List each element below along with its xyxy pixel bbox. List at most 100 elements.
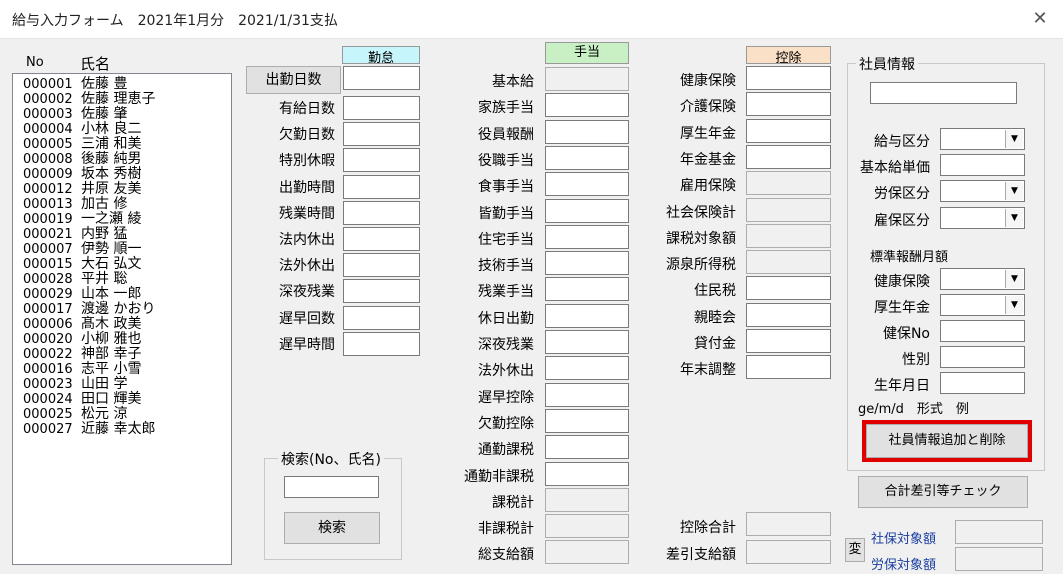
list-item[interactable]: 000009 坂本 秀樹 <box>23 167 141 182</box>
teate-input[interactable] <box>545 461 629 486</box>
teate-input[interactable] <box>545 224 629 249</box>
list-item[interactable]: 000024 田口 輝美 <box>23 391 142 407</box>
teate-input[interactable] <box>545 277 629 302</box>
employee-name: 小林 良二 <box>81 121 142 137</box>
koujo-input[interactable] <box>746 118 831 143</box>
kintai-input[interactable] <box>343 174 420 199</box>
employee-name: 内野 猛 <box>81 226 128 242</box>
teate-input[interactable] <box>545 145 629 170</box>
kintai-input[interactable] <box>343 331 420 356</box>
list-item[interactable]: 000007 伊勢 順一 <box>23 242 141 256</box>
teate-input[interactable] <box>545 435 629 460</box>
chevron-down-icon[interactable]: ▼ <box>1005 209 1023 227</box>
list-item[interactable]: 000004 小林 良二 <box>23 121 142 137</box>
list-item[interactable]: 000029 山本 一郎 <box>23 287 141 301</box>
teate-input[interactable] <box>545 408 629 433</box>
shain-other-input[interactable] <box>940 372 1025 394</box>
koujo-input[interactable] <box>746 144 831 169</box>
koujo-input[interactable] <box>746 355 831 380</box>
list-item[interactable]: 000002 佐藤 理恵子 <box>23 92 155 106</box>
list-item[interactable]: 000008 後藤 純男 <box>23 152 141 167</box>
teate-input[interactable] <box>545 119 629 144</box>
shain-other-input[interactable] <box>940 320 1025 342</box>
list-item[interactable]: 000025 松元 涼 <box>23 406 128 422</box>
teate-label: 食事手当 <box>478 179 534 196</box>
teate-input[interactable] <box>545 93 629 118</box>
koujo-input[interactable] <box>746 66 831 90</box>
std-combo[interactable]: ▼ <box>940 294 1025 316</box>
check-totals-button[interactable]: 合計差引等チェック <box>858 476 1028 508</box>
kintai-input[interactable] <box>343 96 420 120</box>
teate-input[interactable] <box>545 251 629 276</box>
shain-other-label: 生年月日 <box>874 378 930 394</box>
employee-name: 山田 学 <box>81 376 128 392</box>
list-item[interactable]: 000027 近藤 幸太郎 <box>23 421 156 437</box>
search-input[interactable] <box>284 476 379 498</box>
manage-employee-button[interactable]: 社員情報追加と削除 <box>866 424 1028 458</box>
employee-name: 田口 輝美 <box>81 391 142 407</box>
employee-name: 近藤 幸太郎 <box>81 421 156 437</box>
kintai-input[interactable] <box>343 200 420 225</box>
kintai-input[interactable] <box>343 253 420 278</box>
kintai-input[interactable] <box>343 279 420 304</box>
koujo-input <box>746 197 831 222</box>
list-item[interactable]: 000001 佐藤 豊 <box>23 77 127 91</box>
employee-name: 志平 小雪 <box>81 361 142 377</box>
col-header-no: No <box>26 55 44 70</box>
list-item[interactable]: 000028 平井 聡 <box>23 272 127 286</box>
list-item[interactable]: 000022 神部 幸子 <box>23 347 141 361</box>
kintai-input[interactable] <box>343 305 420 330</box>
close-icon[interactable]: ✕ <box>1017 0 1063 38</box>
koujo-input[interactable] <box>746 302 831 327</box>
chevron-down-icon[interactable]: ▼ <box>1005 296 1023 314</box>
shain-combo[interactable]: ▼ <box>940 180 1025 202</box>
employee-list[interactable]: 000001 佐藤 豊 000002 佐藤 理恵子 000003 佐藤 肇 000004 小林… <box>12 73 232 565</box>
kintai-label: 欠勤日数 <box>279 127 335 144</box>
koujo-input[interactable] <box>746 92 831 117</box>
shain-name-input[interactable] <box>870 82 1017 104</box>
employee-no: 000008 <box>23 152 73 167</box>
teate-input[interactable] <box>545 330 629 354</box>
kintai-input[interactable] <box>343 122 420 147</box>
list-item[interactable]: 000005 三浦 和美 <box>23 137 141 151</box>
shain-other-input[interactable] <box>940 346 1025 368</box>
list-item[interactable]: 000019 一之瀬 綾 <box>23 212 141 226</box>
teate-input[interactable] <box>545 303 629 328</box>
list-item[interactable]: 000017 渡邊 かおり <box>23 302 155 316</box>
list-item[interactable]: 000016 志平 小雪 <box>23 361 142 377</box>
shain-combo[interactable]: ▼ <box>940 128 1025 150</box>
teate-input[interactable] <box>545 198 629 223</box>
kihonkyu-tanka-input[interactable] <box>940 154 1025 176</box>
teate-label: 役職手当 <box>478 152 534 169</box>
list-item[interactable]: 000013 加古 修 <box>23 197 127 211</box>
kintai-input[interactable] <box>343 227 420 251</box>
kintai-input[interactable] <box>343 148 420 173</box>
list-item[interactable]: 000021 内野 猛 <box>23 226 128 242</box>
list-item[interactable]: 000006 髙木 政美 <box>23 317 141 331</box>
employee-no: 000003 <box>23 107 73 122</box>
list-item[interactable]: 000012 井原 友美 <box>23 182 141 196</box>
list-item[interactable]: 000020 小柳 雅也 <box>23 332 141 347</box>
teate-input[interactable] <box>545 172 629 197</box>
employee-no: 000020 <box>23 332 73 347</box>
teate-input[interactable] <box>545 382 629 407</box>
list-item[interactable]: 000003 佐藤 肇 <box>23 107 127 122</box>
teate-input[interactable] <box>545 356 629 381</box>
shain-combo[interactable]: ▼ <box>940 207 1025 229</box>
employee-no: 000009 <box>23 167 73 182</box>
search-group <box>264 458 402 560</box>
chevron-down-icon[interactable]: ▼ <box>1005 270 1023 288</box>
koujo-input[interactable] <box>746 276 831 301</box>
std-combo[interactable]: ▼ <box>940 268 1025 290</box>
employee-name: 松元 涼 <box>81 406 128 422</box>
shukkin-nissu-button[interactable]: 出勤日数 <box>246 66 341 94</box>
list-item[interactable]: 000023 山田 学 <box>23 376 128 392</box>
search-button[interactable]: 検索 <box>284 512 380 544</box>
list-item[interactable]: 000015 大石 弘文 <box>23 257 141 271</box>
koujo-input[interactable] <box>746 329 831 353</box>
chevron-down-icon[interactable]: ▼ <box>1005 130 1023 148</box>
hen-button[interactable]: 変 <box>845 538 865 562</box>
chevron-down-icon[interactable]: ▼ <box>1005 182 1023 200</box>
teate-label: 残業手当 <box>478 284 534 301</box>
shukkin-nissu-input[interactable] <box>343 66 420 90</box>
